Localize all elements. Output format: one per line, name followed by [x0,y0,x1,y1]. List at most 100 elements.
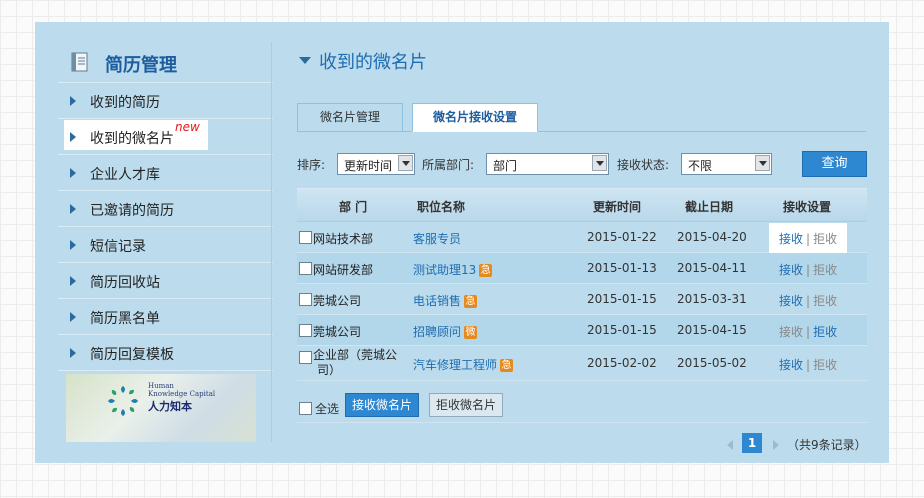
status-select[interactable]: 不限 [681,153,772,175]
sidebar-item-talent-pool[interactable]: 企业人才库 [58,155,273,191]
accept-link[interactable]: 接收 [779,263,803,277]
table-row: 企业部（莞城公 司） 汽车修理工程师急 2015-02-02 2015-05-0… [297,346,867,381]
column-header-job: 职位名称 [417,200,466,214]
sidebar-divider [271,42,272,442]
reject-link[interactable]: 拒收 [813,232,837,246]
sidebar-item-received-resumes[interactable]: 收到的简历 [58,83,273,119]
column-header-receive: 接收设置 [783,200,832,214]
accept-link[interactable]: 接收 [779,232,803,246]
row-updated: 2015-01-13 [587,261,657,275]
urgent-badge: 急 [479,264,493,277]
accept-link[interactable]: 接收 [779,358,803,372]
row-job-link[interactable]: 招聘顾问微 [413,323,478,340]
row-updated: 2015-01-22 [587,230,657,244]
filter-bar: 排序: 更新时间 所属部门: 部门 接收状态: 不限 查询 [297,151,867,177]
row-job-link[interactable]: 测试助理13 急 [413,261,493,278]
row-receive-actions: 接收 | 拒收 [779,261,837,278]
accept-link[interactable]: 接收 [779,294,803,308]
row-checkbox[interactable] [299,262,312,275]
reject-cards-button[interactable]: 拒收微名片 [429,393,503,417]
column-header-department: 部 门 [339,200,368,214]
next-page-icon[interactable] [773,440,779,450]
arrow-right-icon [70,240,76,250]
urgent-badge: 急 [500,359,514,372]
row-department: 莞城公司 [313,294,362,308]
arrow-right-icon [70,348,76,358]
row-department-line: 司） [317,363,342,377]
sidebar-item-label: 企业人才库 [90,167,160,183]
row-job-link[interactable]: 电话销售急 [413,292,478,309]
row-department-line: 企业部（莞城公 [313,348,398,362]
department-select-value: 部门 [493,159,518,173]
chevron-down-icon[interactable] [592,155,607,171]
logo-english: Human Knowledge Capital [148,382,215,398]
book-icon [71,52,88,72]
select-all-label[interactable]: 全选 [315,400,339,417]
row-deadline: 2015-05-02 [677,356,747,370]
table-row: 网站技术部 客服专员 2015-01-22 2015-04-20 接收 | 拒收 [297,222,867,254]
wechat-badge: 微 [464,326,478,339]
urgent-badge: 急 [464,295,478,308]
row-department: 网站研发部 [313,263,374,277]
sidebar-item-blacklist[interactable]: 简历黑名单 [58,299,273,335]
accept-cards-button[interactable]: 接收微名片 [345,393,419,417]
separator: | [806,294,811,308]
sort-select[interactable]: 更新时间 [337,153,415,175]
arrow-right-icon [70,312,76,322]
tab-receive-settings[interactable]: 微名片接收设置 [412,103,538,132]
chevron-down-icon[interactable] [755,155,770,171]
chevron-down-icon[interactable] [398,155,413,171]
brand-banner[interactable]: Human Knowledge Capital 人力知本 [66,374,256,442]
sidebar-item-label: 收到的简历 [90,95,160,111]
sidebar-item-recycle-bin[interactable]: 简历回收站 [58,263,273,299]
sidebar-item-label: 简历回收站 [90,275,160,291]
tab-card-management[interactable]: 微名片管理 [297,103,403,131]
triangle-down-icon [299,57,311,64]
pagination: 1 （共9条记录） [297,422,867,463]
separator: | [806,325,811,339]
sidebar-item-received-cards[interactable]: 收到的微名片 new [58,119,273,155]
row-deadline: 2015-03-31 [677,292,747,306]
logo-icon [108,386,138,416]
row-job-link[interactable]: 汽车修理工程师急 [413,356,514,373]
row-checkbox[interactable] [299,351,312,364]
new-badge: new [175,120,200,134]
row-checkbox[interactable] [299,231,312,244]
reject-link[interactable]: 拒收 [813,294,837,308]
accept-link[interactable]: 接收 [779,325,803,339]
sidebar-item-label: 简历回复模板 [90,347,174,363]
reject-link[interactable]: 拒收 [813,263,837,277]
sidebar-item-sms-records[interactable]: 短信记录 [58,227,273,263]
arrow-right-icon [70,276,76,286]
sort-label: 排序: [297,158,326,172]
sidebar-item-label: 简历黑名单 [90,311,160,327]
sidebar-item-reply-templates[interactable]: 简历回复模板 [58,335,273,371]
row-receive-actions: 接收 | 拒收 [779,292,837,309]
sidebar-title: 简历管理 [105,55,177,76]
row-updated: 2015-01-15 [587,292,657,306]
reject-link[interactable]: 拒收 [813,358,837,372]
query-button[interactable]: 查询 [802,151,867,177]
row-updated: 2015-02-02 [587,356,657,370]
prev-page-icon[interactable] [727,440,733,450]
sidebar-item-invited-resumes[interactable]: 已邀请的简历 [58,191,273,227]
department-label: 所属部门: [422,158,475,172]
department-select[interactable]: 部门 [486,153,609,175]
status-label: 接收状态: [617,158,670,172]
logo-en-line: Knowledge Capital [148,390,216,398]
row-job-link[interactable]: 客服专员 [413,230,461,247]
row-checkbox[interactable] [299,324,312,337]
resume-panel: 简历管理 收到的简历 收到的微名片 new 企业人才库 已邀请的简历 短信记录 … [35,22,889,463]
reject-link[interactable]: 拒收 [813,325,837,339]
separator: | [806,232,811,246]
column-header-updated: 更新时间 [593,200,642,214]
arrow-right-icon [70,132,76,142]
table-row: 莞城公司 电话销售急 2015-01-15 2015-03-31 接收 | 拒收 [297,284,867,315]
select-all-checkbox[interactable] [299,402,312,415]
arrow-right-icon [70,204,76,214]
sidebar-item-label: 已邀请的简历 [90,203,174,219]
column-header-deadline: 截止日期 [685,200,734,214]
page-number[interactable]: 1 [742,433,762,453]
row-checkbox[interactable] [299,293,312,306]
row-job-text: 汽车修理工程师 [413,358,498,372]
